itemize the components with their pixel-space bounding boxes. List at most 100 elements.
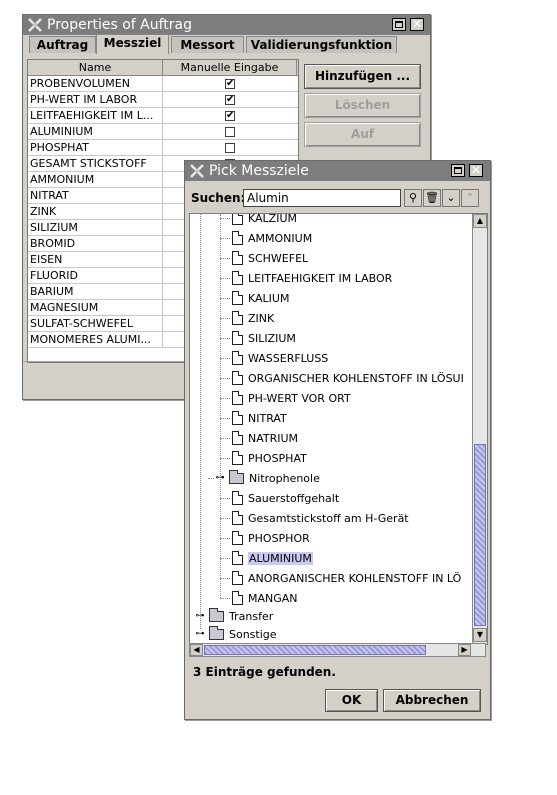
row-manual-input-cell: ✔ bbox=[163, 92, 297, 107]
tree-item-label: ZINK bbox=[248, 311, 275, 325]
manual-input-checkbox[interactable] bbox=[225, 126, 235, 137]
add-button[interactable]: Hinzufügen ... bbox=[304, 64, 421, 89]
document-icon bbox=[232, 551, 243, 565]
scroll-down-button[interactable]: ▼ bbox=[473, 628, 487, 642]
previous-match-button[interactable]: ⌃ bbox=[461, 189, 479, 207]
tree-item[interactable]: MANGAN bbox=[232, 589, 298, 607]
tree-connector bbox=[220, 238, 230, 239]
expand-toggle-icon[interactable]: ⊶ bbox=[194, 629, 206, 639]
tree-item[interactable]: PHOSPHOR bbox=[232, 529, 310, 547]
folder-icon bbox=[229, 469, 244, 484]
tree-item-label: PH-WERT VOR ORT bbox=[248, 391, 351, 405]
tree-item[interactable]: KALIUM bbox=[232, 289, 289, 307]
tree-item-label: PHOSPHOR bbox=[248, 531, 310, 545]
tree-item-label: PHOSPHAT bbox=[248, 451, 307, 465]
trash-icon: 🗑 bbox=[425, 191, 439, 204]
horizontal-scroll-thumb[interactable] bbox=[204, 645, 426, 655]
table-row[interactable]: LEITFAEHIGKEIT IM L... ✔ bbox=[28, 108, 298, 124]
row-name-cell: BROMID bbox=[28, 236, 163, 251]
maximize-button[interactable] bbox=[392, 18, 406, 31]
tree-vertical-scrollbar[interactable]: ▲ ▼ bbox=[472, 214, 487, 644]
tree-connector bbox=[220, 218, 230, 219]
tab-messort[interactable]: Messort bbox=[171, 36, 244, 53]
column-header-manual-input[interactable]: Manuelle Eingabe bbox=[163, 60, 297, 75]
tree-connector bbox=[220, 578, 230, 579]
table-row[interactable]: ALUMINIUM bbox=[28, 124, 298, 140]
document-icon bbox=[232, 431, 243, 445]
tree-item[interactable]: AMMONIUM bbox=[232, 229, 312, 247]
manual-input-checkbox[interactable]: ✔ bbox=[225, 77, 235, 89]
table-row[interactable]: PROBENVOLUMEN ✔ bbox=[28, 76, 298, 92]
tree-item[interactable]: ORGANISCHER KOHLENSTOFF IN LÖSUI bbox=[232, 369, 464, 387]
manual-input-checkbox[interactable] bbox=[225, 142, 235, 153]
tree-connector bbox=[220, 518, 230, 519]
tree-folder-node[interactable]: ⊶ Nitrophenole bbox=[214, 469, 320, 487]
row-name-cell: BARIUM bbox=[28, 284, 163, 299]
tree-item[interactable]: SILIZIUM bbox=[232, 329, 296, 347]
document-icon bbox=[232, 531, 243, 545]
tree-item[interactable]: PHOSPHAT bbox=[232, 449, 307, 467]
tree-connector bbox=[220, 538, 230, 539]
tree-horizontal-scroll[interactable]: ◀ ▶ bbox=[189, 643, 486, 657]
close-button[interactable]: ✕ bbox=[469, 164, 483, 177]
tree-item[interactable]: LEITFAEHIGKEIT IM LABOR bbox=[232, 269, 392, 287]
pick-titlebar[interactable]: Pick Messziele ✕ bbox=[185, 161, 490, 181]
document-icon bbox=[232, 511, 243, 525]
expand-toggle-icon[interactable]: ⊶ bbox=[194, 611, 206, 621]
properties-titlebar[interactable]: Properties of Auftrag ✕ bbox=[23, 15, 430, 35]
delete-button[interactable]: Löschen bbox=[304, 93, 421, 118]
scroll-right-button[interactable]: ▶ bbox=[458, 644, 471, 656]
tree-item[interactable]: PH-WERT VOR ORT bbox=[232, 389, 351, 407]
tree-item[interactable]: SCHWEFEL bbox=[232, 249, 308, 267]
manual-input-checkbox[interactable]: ✔ bbox=[225, 110, 235, 121]
scroll-left-button[interactable]: ◀ bbox=[190, 644, 203, 656]
manual-input-checkbox[interactable]: ✔ bbox=[225, 94, 235, 105]
table-row[interactable]: PHOSPHAT bbox=[28, 140, 298, 156]
up-button[interactable]: Auf bbox=[304, 122, 421, 147]
document-icon bbox=[232, 311, 243, 325]
maximize-button[interactable] bbox=[451, 164, 465, 177]
search-input[interactable]: Alumin bbox=[243, 189, 401, 207]
row-name-cell: EISEN bbox=[28, 252, 163, 267]
document-icon bbox=[232, 571, 243, 585]
tree-connector bbox=[220, 214, 221, 598]
scroll-up-button[interactable]: ▲ bbox=[473, 214, 487, 228]
tree-item-label: AMMONIUM bbox=[248, 231, 313, 245]
tree-item[interactable]: NITRAT bbox=[232, 409, 287, 427]
document-icon bbox=[232, 214, 243, 225]
tree-item[interactable]: ANORGANISCHER KOHLENSTOFF IN LÖ bbox=[232, 569, 461, 587]
ok-button[interactable]: OK bbox=[325, 689, 378, 712]
tab-validierungsfunktion[interactable]: Validierungsfunktion bbox=[246, 36, 397, 53]
table-row[interactable]: PH-WERT IM LABOR ✔ bbox=[28, 92, 298, 108]
dialog-title: Pick Messziele bbox=[209, 163, 309, 179]
tab-messziel[interactable]: Messziel bbox=[96, 34, 169, 54]
row-name-cell: PH-WERT IM LABOR bbox=[28, 92, 163, 107]
status-text: 3 Einträge gefunden. bbox=[193, 665, 336, 679]
close-button[interactable]: ✕ bbox=[410, 18, 424, 31]
document-icon bbox=[232, 351, 243, 365]
tree-root-folder[interactable]: ⊶ Transfer bbox=[194, 607, 273, 625]
clear-search-button[interactable]: 🗑 bbox=[423, 189, 441, 207]
expand-toggle-icon[interactable]: ⊶ bbox=[214, 473, 226, 483]
column-header-name[interactable]: Name bbox=[28, 60, 163, 75]
cancel-button[interactable]: Abbrechen bbox=[383, 689, 481, 712]
tab-auftrag[interactable]: Auftrag bbox=[29, 36, 96, 53]
row-name-cell: SULFAT-SCHWEFEL bbox=[28, 316, 163, 331]
tree-root-folder[interactable]: ⊶ Sonstige bbox=[194, 625, 277, 643]
tree-item[interactable]: KALZIUM bbox=[232, 214, 297, 227]
tree-item[interactable]: WASSERFLUSS bbox=[232, 349, 328, 367]
row-name-cell: FLUORID bbox=[28, 268, 163, 283]
row-name-cell: MAGNESIUM bbox=[28, 300, 163, 315]
tree-item[interactable]: NATRIUM bbox=[232, 429, 298, 447]
checkmark-icon: ✔ bbox=[226, 77, 235, 89]
find-button[interactable]: ⚲ bbox=[404, 189, 422, 207]
tree-connector bbox=[220, 298, 230, 299]
vertical-scroll-thumb[interactable] bbox=[474, 444, 486, 626]
next-match-button[interactable]: ⌄ bbox=[442, 189, 460, 207]
tree-item[interactable]: ALUMINIUM bbox=[232, 549, 313, 567]
tree-item[interactable]: Gesamtstickstoff am H-Gerät bbox=[232, 509, 409, 527]
tab-strip: Auftrag Messziel Messort Validierungsfun… bbox=[27, 34, 426, 54]
tree-item[interactable]: Sauerstoffgehalt bbox=[232, 489, 339, 507]
tree-item[interactable]: ZINK bbox=[232, 309, 274, 327]
close-icon: ✕ bbox=[411, 17, 423, 31]
